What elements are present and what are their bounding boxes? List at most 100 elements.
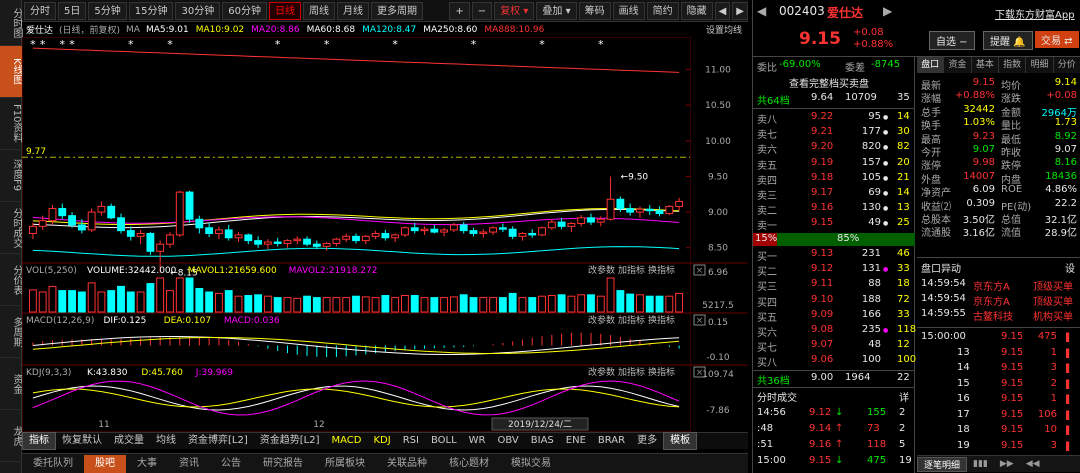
ma-settings-button[interactable]: 设置均线 bbox=[706, 23, 748, 36]
event-marker-icon[interactable]: * bbox=[471, 38, 477, 51]
toolbar-button[interactable]: 隐藏 bbox=[680, 1, 713, 20]
next-stock-icon[interactable]: ▶ bbox=[883, 4, 892, 18]
event-marker-icon[interactable]: * bbox=[275, 38, 281, 51]
panel-action-button[interactable]: 加指标 bbox=[618, 366, 645, 378]
indicator-tab[interactable]: 模板 bbox=[663, 432, 698, 450]
trades-detail-button[interactable]: 详 bbox=[899, 389, 909, 404]
left-nav-item[interactable]: K线图 bbox=[0, 46, 22, 98]
period-tab[interactable]: 60分钟 bbox=[222, 1, 267, 20]
toolbar-button[interactable]: 叠加 ▾ bbox=[536, 1, 577, 20]
toolbar-button[interactable]: + bbox=[449, 1, 470, 20]
bottom-tab[interactable]: 所属板块 bbox=[314, 455, 376, 473]
period-tab[interactable]: 30分钟 bbox=[175, 1, 221, 20]
toolbar-button[interactable]: 简约 bbox=[646, 1, 679, 20]
bottom-tab[interactable]: 公告 bbox=[210, 455, 252, 473]
buy-sell-ratio-bar: 15% 85% bbox=[753, 233, 915, 246]
quote-tab[interactable]: 资金 bbox=[944, 57, 972, 73]
period-tab[interactable]: 周线 bbox=[302, 1, 335, 20]
indicator-tab[interactable]: 资金博弈[L2] bbox=[182, 433, 254, 449]
event-marker-icon[interactable]: * bbox=[167, 38, 173, 51]
bottom-tab[interactable]: 资讯 bbox=[168, 455, 210, 473]
left-nav-item[interactable]: 龙虎 bbox=[0, 410, 22, 462]
bottom-tab[interactable]: 大事 bbox=[126, 455, 168, 473]
period-tab[interactable]: 分时 bbox=[24, 1, 56, 20]
app-download-link[interactable]: 下载东方财富App bbox=[995, 6, 1075, 21]
indicator-tab[interactable]: BRAR bbox=[592, 433, 631, 449]
trade-button[interactable]: 交易 ⇄ bbox=[1035, 31, 1079, 48]
divider bbox=[917, 257, 1080, 258]
anomaly-settings-button[interactable]: 设 bbox=[1065, 260, 1075, 275]
view-full-depth-link[interactable]: 查看完整档买卖盘 bbox=[789, 75, 869, 90]
chart-area[interactable]: 11.00 10.50 10.00 9.50 9.00 8.50 9.77 * * * * * * * * *… bbox=[22, 37, 748, 432]
left-nav-item[interactable]: 多周期 bbox=[0, 306, 22, 358]
panel-action-button[interactable]: 改参数 bbox=[588, 314, 615, 326]
event-marker-icon[interactable]: * bbox=[30, 38, 36, 51]
quote-tab[interactable]: 明细 bbox=[1026, 57, 1054, 73]
panel-action-button[interactable]: 换指标 bbox=[648, 366, 675, 378]
left-nav-item[interactable]: 深度F9 bbox=[0, 150, 22, 202]
period-tab[interactable]: 月线 bbox=[336, 1, 369, 20]
indicator-tab[interactable]: BOLL bbox=[425, 433, 463, 449]
indicator-tab[interactable]: 恢复默认 bbox=[56, 433, 108, 449]
left-nav-item[interactable]: 分时图 bbox=[0, 0, 22, 46]
period-tab[interactable]: 5分钟 bbox=[88, 1, 127, 20]
left-nav-item[interactable]: 资金 bbox=[0, 358, 22, 410]
panel-action-button[interactable]: 换指标 bbox=[648, 264, 675, 276]
watchlist-button[interactable]: 自选 − bbox=[929, 31, 975, 50]
anomaly-row[interactable]: 14:59:55 古鳌科技 机构买单 bbox=[917, 308, 1080, 323]
bottom-tab[interactable]: 模拟交易 bbox=[500, 455, 562, 473]
panel-action-button[interactable]: 改参数 bbox=[588, 264, 615, 276]
period-tab[interactable]: 5日 bbox=[58, 1, 87, 20]
prev-stock-icon[interactable]: ◀ bbox=[757, 4, 766, 18]
event-marker-icon[interactable]: * bbox=[392, 38, 398, 51]
bottom-tab[interactable]: 股吧 bbox=[84, 454, 126, 473]
anomaly-row[interactable]: 14:59:54 京东方A 顶级买单 bbox=[917, 293, 1080, 308]
indicator-tab[interactable]: KDJ bbox=[367, 433, 396, 449]
toolbar-button[interactable]: 画线 bbox=[612, 1, 645, 20]
tick-footer-icon[interactable]: ▮▮▮ bbox=[967, 459, 994, 469]
indicator-tab[interactable]: RSI bbox=[397, 433, 425, 449]
panel-action-button[interactable]: 换指标 bbox=[648, 314, 675, 326]
tick-detail-tab[interactable]: 逐笔明细 bbox=[917, 456, 968, 472]
left-nav-item[interactable]: 分价表 bbox=[0, 254, 22, 306]
panel-action-button[interactable]: 加指标 bbox=[618, 314, 645, 326]
anomaly-row[interactable]: 14:59:54 京东方A 顶级买单 bbox=[917, 278, 1080, 293]
indicator-tab[interactable]: WR bbox=[463, 433, 492, 449]
indicator-tab[interactable]: OBV bbox=[492, 433, 525, 449]
event-marker-icon[interactable]: * bbox=[128, 38, 134, 51]
quote-tab[interactable]: 指数 bbox=[999, 57, 1027, 73]
event-marker-icon[interactable]: * bbox=[324, 38, 330, 51]
toolbar-button[interactable]: − bbox=[471, 1, 493, 20]
nav-arrow-icon[interactable]: ◀ bbox=[714, 1, 731, 20]
alert-button[interactable]: 提醒 🔔 bbox=[983, 31, 1033, 50]
quote-tab[interactable]: 分价 bbox=[1054, 57, 1080, 73]
left-nav-item[interactable]: F10资料 bbox=[0, 98, 22, 150]
indicator-tab[interactable]: MACD bbox=[326, 433, 368, 449]
indicator-tab[interactable]: BIAS bbox=[525, 433, 560, 449]
indicator-tab[interactable]: 成交量 bbox=[108, 433, 150, 449]
quote-tab[interactable]: 基本 bbox=[972, 57, 999, 73]
period-tab[interactable]: 15分钟 bbox=[128, 1, 174, 20]
period-tab[interactable]: 更多周期 bbox=[370, 1, 423, 20]
panel-action-button[interactable]: 加指标 bbox=[618, 264, 645, 276]
indicator-tab[interactable]: 更多 bbox=[631, 433, 663, 449]
bottom-tab[interactable]: 关联品种 bbox=[376, 455, 438, 473]
period-tab[interactable]: 日线 bbox=[268, 1, 301, 20]
indicator-tab[interactable]: ENE bbox=[560, 433, 592, 449]
tick-footer-icon[interactable]: ◀◀ bbox=[1020, 459, 1046, 469]
indicator-tab[interactable]: 均线 bbox=[150, 433, 182, 449]
bottom-tab[interactable]: 核心题材 bbox=[438, 455, 500, 473]
bottom-tab[interactable]: 研究报告 bbox=[252, 455, 314, 473]
bottom-tab[interactable]: 委托队列 bbox=[22, 455, 84, 473]
toolbar-button[interactable]: 复权 ▾ bbox=[494, 1, 535, 20]
panel-action-button[interactable]: 改参数 bbox=[588, 366, 615, 378]
nav-arrow-icon[interactable]: ▶ bbox=[732, 1, 748, 20]
tick-footer-icon[interactable]: ▶▶ bbox=[994, 459, 1020, 469]
indicator-tab[interactable]: 资金趋势[L2] bbox=[254, 433, 326, 449]
event-marker-icon[interactable]: * bbox=[598, 38, 604, 51]
toolbar-button[interactable]: 筹码 bbox=[578, 1, 611, 20]
event-marker-icon[interactable]: * bbox=[539, 38, 545, 51]
quote-tab[interactable]: 盘口 bbox=[917, 57, 945, 73]
left-nav-item[interactable]: 分时成交 bbox=[0, 202, 22, 254]
indicator-tab[interactable]: 指标 bbox=[22, 432, 56, 450]
